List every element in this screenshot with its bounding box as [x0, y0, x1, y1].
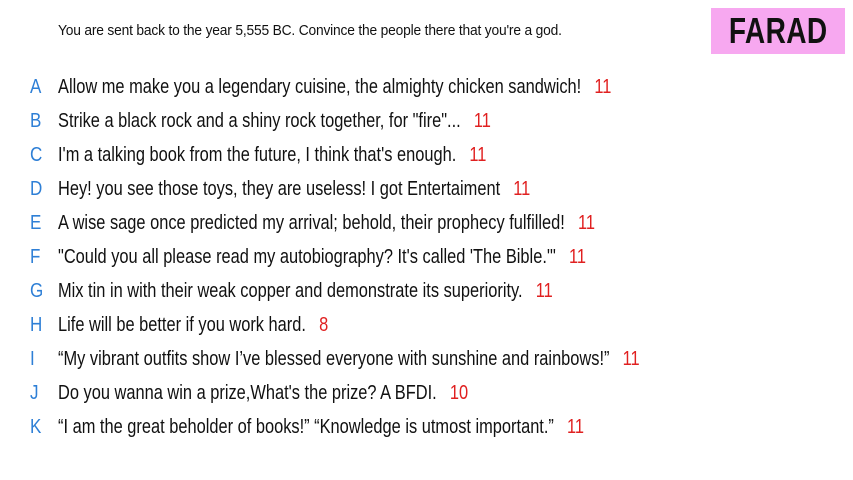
answer-letter: K — [30, 415, 42, 438]
answer-letter: H — [30, 313, 43, 336]
answer-score: 8 — [319, 313, 329, 336]
answer-line: Do you wanna win a prize,What's the priz… — [58, 382, 468, 405]
answer-line: I'm a talking book from the future, I th… — [58, 144, 486, 167]
answer-text: “I am the great beholder of books!” “Kno… — [58, 415, 554, 438]
answer-text: I'm a talking book from the future, I th… — [58, 143, 457, 166]
answer-row-b: B Strike a black rock and a shiny rock t… — [0, 104, 853, 138]
answer-letter: A — [30, 75, 42, 98]
answer-row-e: E A wise sage once predicted my arrival;… — [0, 206, 853, 240]
answer-letter: E — [30, 211, 42, 234]
answer-score: 11 — [473, 109, 491, 132]
answer-score: 11 — [469, 143, 487, 166]
answer-line: “I am the great beholder of books!” “Kno… — [58, 416, 584, 439]
answer-letter: B — [30, 109, 42, 132]
prompt-text: You are sent back to the year 5,555 BC. … — [58, 22, 562, 39]
answer-row-d: D Hey! you see those toys, they are usel… — [0, 172, 853, 206]
answer-line: Life will be better if you work hard. 8 — [58, 314, 328, 337]
answer-score: 11 — [535, 279, 553, 302]
answer-row-h: H Life will be better if you work hard. 8 — [0, 308, 853, 342]
answer-letter: F — [30, 245, 41, 268]
answer-row-k: K “I am the great beholder of books!” “K… — [0, 410, 853, 444]
answer-score: 10 — [449, 381, 469, 404]
answer-score: 11 — [577, 211, 595, 234]
answer-row-i: I “My vibrant outfits show I’ve blessed … — [0, 342, 853, 376]
answer-row-c: C I'm a talking book from the future, I … — [0, 138, 853, 172]
answer-line: Allow me make you a legendary cuisine, t… — [58, 76, 611, 99]
answer-line: Mix tin in with their weak copper and de… — [58, 280, 553, 303]
answer-score: 11 — [568, 245, 586, 268]
answer-text: Mix tin in with their weak copper and de… — [58, 279, 523, 302]
answer-text: A wise sage once predicted my arrival; b… — [58, 211, 565, 234]
answer-line: “My vibrant outfits show I’ve blessed ev… — [58, 348, 640, 371]
answer-letter: J — [30, 381, 39, 404]
answer-letter: G — [30, 279, 44, 302]
answer-score: 11 — [567, 415, 585, 438]
answer-score: 11 — [594, 75, 612, 98]
answer-line: A wise sage once predicted my arrival; b… — [58, 212, 595, 235]
answer-text: "Could you all please read my autobiogra… — [58, 245, 556, 268]
answer-text: “My vibrant outfits show I’ve blessed ev… — [58, 347, 610, 370]
answer-text: Allow me make you a legendary cuisine, t… — [58, 75, 582, 98]
answer-text: Do you wanna win a prize,What's the priz… — [58, 381, 437, 404]
answer-row-j: J Do you wanna win a prize,What's the pr… — [0, 376, 853, 410]
answer-row-f: F "Could you all please read my autobiog… — [0, 240, 853, 274]
answer-row-a: A Allow me make you a legendary cuisine,… — [0, 70, 853, 104]
answer-text: Life will be better if you work hard. — [58, 313, 306, 336]
answer-row-g: G Mix tin in with their weak copper and … — [0, 274, 853, 308]
answer-letter: C — [30, 143, 43, 166]
answer-line: Hey! you see those toys, they are useles… — [58, 178, 530, 201]
answer-line: Strike a black rock and a shiny rock tog… — [58, 110, 491, 133]
answer-text: Hey! you see those toys, they are useles… — [58, 177, 501, 200]
answer-line: "Could you all please read my autobiogra… — [58, 246, 586, 269]
name-badge-label: FARAD — [728, 10, 828, 51]
answer-text: Strike a black rock and a shiny rock tog… — [58, 109, 461, 132]
name-badge: FARAD — [711, 8, 845, 54]
answer-letter: I — [30, 347, 35, 370]
answer-score: 11 — [513, 177, 531, 200]
answer-score: 11 — [622, 347, 640, 370]
answer-letter: D — [30, 177, 43, 200]
